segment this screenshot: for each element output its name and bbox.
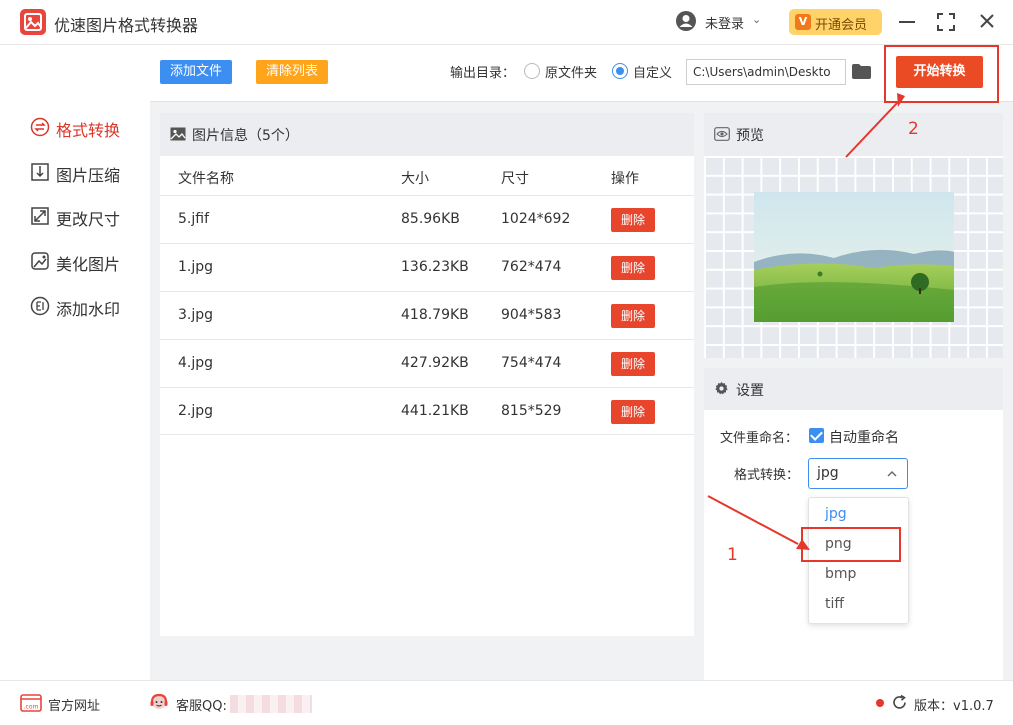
app-title: 优速图片格式转换器 [54,16,199,35]
add-files-button[interactable]: 添加文件 [160,60,232,84]
vip-label: 开通会员 [815,18,868,33]
qq-label: 客服QQ: [176,699,227,714]
convert-icon [30,117,50,137]
gear-icon [715,381,728,395]
file-dims: 815*529 [501,403,562,419]
file-name: 2.jpg [178,403,214,419]
table-row: 1.jpg 136.23KB 762*474 删除 [160,243,694,291]
table-row: 2.jpg 441.21KB 815*529 删除 [160,387,694,435]
resize-icon [31,207,49,225]
file-size: 427.92KB [401,355,469,371]
highlight-png-frame [801,527,901,562]
file-list-title: 图片信息（5个） [192,128,299,144]
file-name: 3.jpg [178,307,214,323]
table-row: 4.jpg 427.92KB 754*474 删除 [160,339,694,387]
file-size: 441.21KB [401,403,469,419]
customer-service-icon[interactable] [148,692,170,714]
table-row: 5.jfif 85.96KB 1024*692 删除 [160,195,694,243]
sidebar-item-beautify[interactable]: 美化图片 [30,249,148,274]
delete-button[interactable]: 删除 [611,256,655,280]
delete-button[interactable]: 删除 [611,304,655,328]
qq-number-redacted [230,695,312,713]
settings-header: 设置 [704,368,1003,410]
user-icon[interactable] [676,11,696,31]
file-dims: 754*474 [501,355,562,371]
format-option-jpg[interactable]: jpg [825,506,847,522]
preview-header: 预览 [704,113,1003,156]
sidebar-item-watermark[interactable]: 添加水印 [30,294,148,319]
col-actions: 操作 [611,171,639,187]
vip-button[interactable]: V 开通会员 [789,9,882,35]
sidebar-item-compress[interactable]: 图片压缩 [30,160,148,185]
output-path-input[interactable] [686,59,846,85]
file-name: 1.jpg [178,259,214,275]
sidebar-item-label: 更改尺寸 [56,210,121,229]
eye-icon [714,127,730,141]
auto-rename-label[interactable]: 自动重命名 [829,427,899,447]
app-logo-icon [20,9,46,35]
step-2-label: 2 [908,119,919,139]
format-option-bmp[interactable]: bmp [825,566,856,582]
highlight-start-frame [884,45,999,103]
update-dot [876,699,884,707]
beautify-icon [31,252,49,270]
sidebar-item-label: 美化图片 [56,255,121,274]
file-dims: 1024*692 [501,211,571,227]
image-icon [170,127,186,141]
radio-custom-label[interactable]: 自定义 [633,62,672,81]
delete-button[interactable]: 删除 [611,208,655,232]
format-option-tiff[interactable]: tiff [825,596,844,612]
sidebar-item-label: 图片压缩 [56,166,121,185]
sidebar-item-resize[interactable]: 更改尺寸 [30,204,148,229]
chevron-down-icon[interactable]: ⌄ [752,13,761,26]
version-label: 版本：v1.0.7 [914,699,994,714]
minimize-icon[interactable] [899,21,915,23]
chevron-up-icon [887,471,897,477]
file-size: 136.23KB [401,259,469,275]
format-select-value: jpg [817,465,839,481]
folder-icon[interactable] [851,63,872,80]
compress-icon [31,163,49,181]
file-name: 4.jpg [178,355,214,371]
sidebar-item-format-convert[interactable]: 格式转换 [30,115,148,140]
website-icon[interactable]: .com [20,694,42,712]
radio-original-folder[interactable] [524,63,540,79]
file-dims: 904*583 [501,307,562,323]
step-1-label: 1 [727,545,738,565]
website-link[interactable]: 官方网址 [48,695,100,714]
file-name: 5.jfif [178,211,209,227]
delete-button[interactable]: 删除 [611,400,655,424]
refresh-icon[interactable] [891,694,908,711]
radio-custom[interactable] [612,63,628,79]
col-filename: 文件名称 [178,171,234,187]
auto-rename-checkbox[interactable] [809,428,824,443]
close-icon[interactable] [978,12,996,30]
delete-button[interactable]: 删除 [611,352,655,376]
col-size: 大小 [401,171,429,187]
format-select[interactable]: jpg [808,458,908,489]
radio-original-label[interactable]: 原文件夹 [545,62,597,81]
file-size: 418.79KB [401,307,469,323]
vip-icon: V [795,14,811,30]
file-list-header: 图片信息（5个） [160,113,694,156]
watermark-icon [30,296,50,316]
col-dimensions: 尺寸 [501,171,529,187]
output-dir-label: 输出目录： [450,66,516,81]
preview-title: 预览 [736,128,764,144]
rename-label: 文件重命名： [720,431,799,446]
file-size: 85.96KB [401,211,460,227]
sidebar-item-label: 格式转换 [56,121,121,140]
maximize-icon[interactable] [937,13,955,31]
svg-text:.com: .com [24,704,39,711]
table-row: 3.jpg 418.79KB 904*583 删除 [160,291,694,339]
login-status[interactable]: 未登录 [705,13,744,32]
sidebar-item-label: 添加水印 [56,300,121,319]
clear-list-button[interactable]: 清除列表 [256,60,328,84]
preview-image [754,192,954,322]
settings-title: 设置 [736,383,764,399]
format-label: 格式转换： [734,468,800,483]
file-dims: 762*474 [501,259,562,275]
